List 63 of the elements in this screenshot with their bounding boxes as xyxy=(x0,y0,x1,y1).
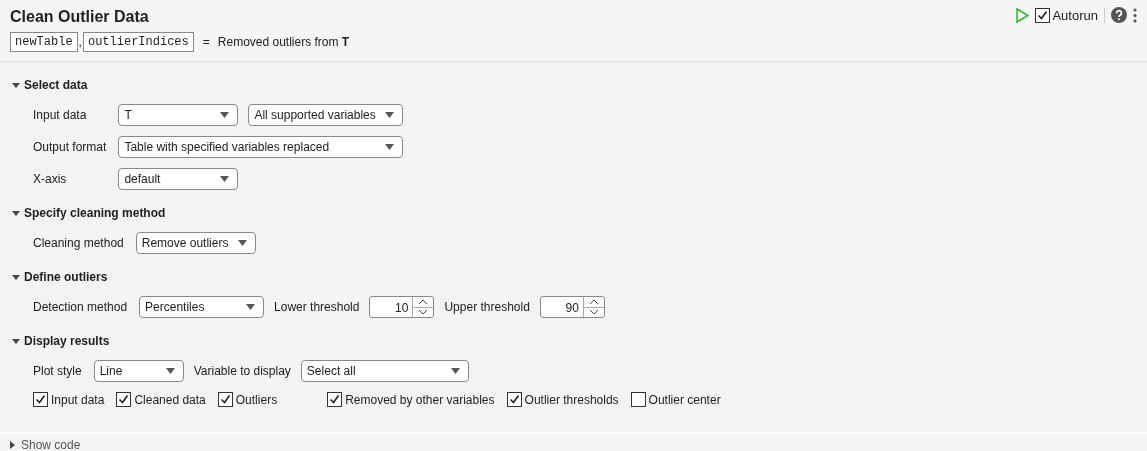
collapse-icon[interactable] xyxy=(12,338,20,344)
checkbox-label[interactable]: Autorun xyxy=(1052,7,1098,23)
dropdown[interactable]: Line xyxy=(93,360,184,382)
output-variable-field[interactable]: outlierIndices xyxy=(82,32,194,52)
separator: , xyxy=(78,35,82,49)
section-title[interactable]: Specify cleaning method xyxy=(24,206,166,220)
down-icon[interactable] xyxy=(419,310,428,315)
checkbox[interactable] xyxy=(630,392,646,407)
caret-icon xyxy=(385,112,395,118)
checkbox-label[interactable]: Removed by other variables xyxy=(345,392,495,407)
dropdown[interactable]: Table with specified variables replaced xyxy=(118,136,404,158)
checkbox[interactable] xyxy=(116,392,132,407)
field-label: X-axis xyxy=(33,172,68,186)
section-title[interactable]: Show code xyxy=(21,438,81,451)
caret-icon xyxy=(246,304,256,310)
field-label: Upper threshold xyxy=(444,300,530,314)
dropdown[interactable]: Remove outliers xyxy=(135,232,256,254)
checkbox-label[interactable]: Outlier thresholds xyxy=(524,392,619,407)
field-label: Cleaning method xyxy=(33,236,124,250)
collapse-icon[interactable] xyxy=(12,274,20,280)
checkbox-label[interactable]: Outlier center xyxy=(648,392,721,407)
checkbox[interactable] xyxy=(1035,7,1051,23)
expand-icon[interactable] xyxy=(10,441,15,449)
caret-icon xyxy=(220,112,230,118)
checkbox-label[interactable]: Input data xyxy=(51,392,105,407)
collapse-icon[interactable] xyxy=(12,210,20,216)
checkbox-label[interactable]: Outliers xyxy=(235,392,278,407)
checkbox[interactable] xyxy=(33,392,48,407)
field-label: Variable to display xyxy=(193,364,291,378)
field-label: Input data xyxy=(33,108,88,122)
field-label: Output format xyxy=(33,140,107,154)
down-icon[interactable] xyxy=(589,310,598,315)
section-title[interactable]: Select data xyxy=(24,78,88,92)
caret-icon xyxy=(450,368,460,374)
section-title[interactable]: Display results xyxy=(24,334,110,348)
output-variable-field[interactable]: newTable xyxy=(10,32,78,52)
section-title[interactable]: Define outliers xyxy=(24,270,108,284)
checkbox[interactable] xyxy=(217,392,233,407)
dropdown[interactable]: T xyxy=(118,104,239,126)
number-spinner[interactable]: 90 xyxy=(539,296,605,318)
caret-icon xyxy=(220,176,230,182)
checkbox-label[interactable]: Cleaned data xyxy=(134,392,206,407)
dropdown[interactable]: All supported variables xyxy=(248,104,404,126)
up-icon[interactable] xyxy=(589,299,598,304)
caret-icon xyxy=(237,240,247,246)
task-summary: Removed outliers from T xyxy=(217,35,350,49)
dropdown[interactable]: default xyxy=(118,168,239,190)
number-spinner[interactable]: 10 xyxy=(369,296,435,318)
caret-icon xyxy=(165,368,175,374)
checkbox[interactable] xyxy=(327,392,343,407)
field-label: Detection method xyxy=(33,300,128,314)
task-title: Clean Outlier Data xyxy=(10,8,149,26)
more-options-icon[interactable] xyxy=(1133,7,1137,23)
dropdown[interactable]: Percentiles xyxy=(139,296,265,318)
up-icon[interactable] xyxy=(419,299,428,304)
field-label: Plot style xyxy=(33,364,82,378)
help-icon[interactable] xyxy=(1111,7,1127,23)
collapse-icon[interactable] xyxy=(12,82,20,88)
equals-sign: = xyxy=(202,35,210,49)
checkbox[interactable] xyxy=(506,392,522,407)
dropdown[interactable]: Select all xyxy=(300,360,469,382)
field-label: Lower threshold xyxy=(274,300,360,314)
caret-icon xyxy=(385,144,395,150)
